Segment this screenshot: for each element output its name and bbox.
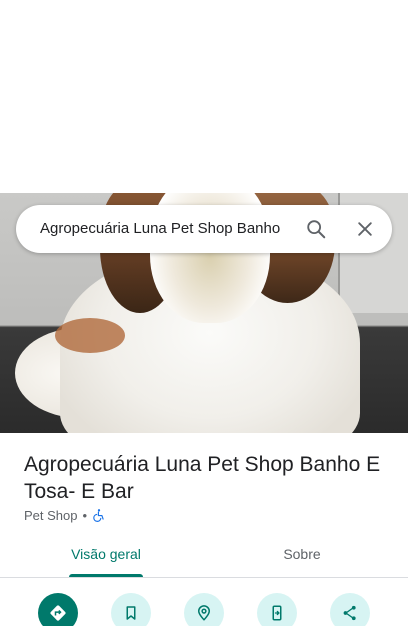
- close-button[interactable]: [351, 215, 379, 243]
- close-icon: [358, 222, 372, 236]
- action-row: [0, 591, 408, 626]
- tab-about[interactable]: Sobre: [252, 534, 352, 578]
- photo-dog-patch: [55, 318, 125, 353]
- send-to-phone-button[interactable]: [257, 593, 297, 626]
- place-title: Agropecuária Luna Pet Shop Banho E Tosa-…: [24, 453, 381, 503]
- share-button[interactable]: [330, 593, 370, 626]
- top-blank-area: [0, 0, 408, 193]
- directions-icon: [50, 605, 66, 621]
- search-bar[interactable]: Agropecuária Luna Pet Shop Banho: [16, 205, 392, 253]
- search-input[interactable]: Agropecuária Luna Pet Shop Banho: [40, 205, 292, 253]
- wheelchair-accessible-icon: [92, 508, 106, 522]
- category-row: Pet Shop •: [24, 507, 106, 523]
- separator-dot: •: [82, 507, 88, 523]
- tab-active-indicator: [69, 574, 143, 577]
- tab-bar: Visão geral Sobre: [0, 534, 408, 578]
- directions-button[interactable]: [38, 593, 78, 626]
- tab-overview[interactable]: Visão geral: [56, 534, 156, 578]
- search-button[interactable]: [302, 215, 330, 243]
- bookmark-icon: [126, 606, 136, 620]
- save-button[interactable]: [111, 593, 151, 626]
- nearby-button[interactable]: [184, 593, 224, 626]
- nearby-icon: [197, 605, 211, 621]
- search-icon: [307, 220, 326, 239]
- send-to-phone-icon: [272, 605, 282, 621]
- share-icon: [343, 605, 356, 621]
- place-category: Pet Shop: [24, 507, 78, 523]
